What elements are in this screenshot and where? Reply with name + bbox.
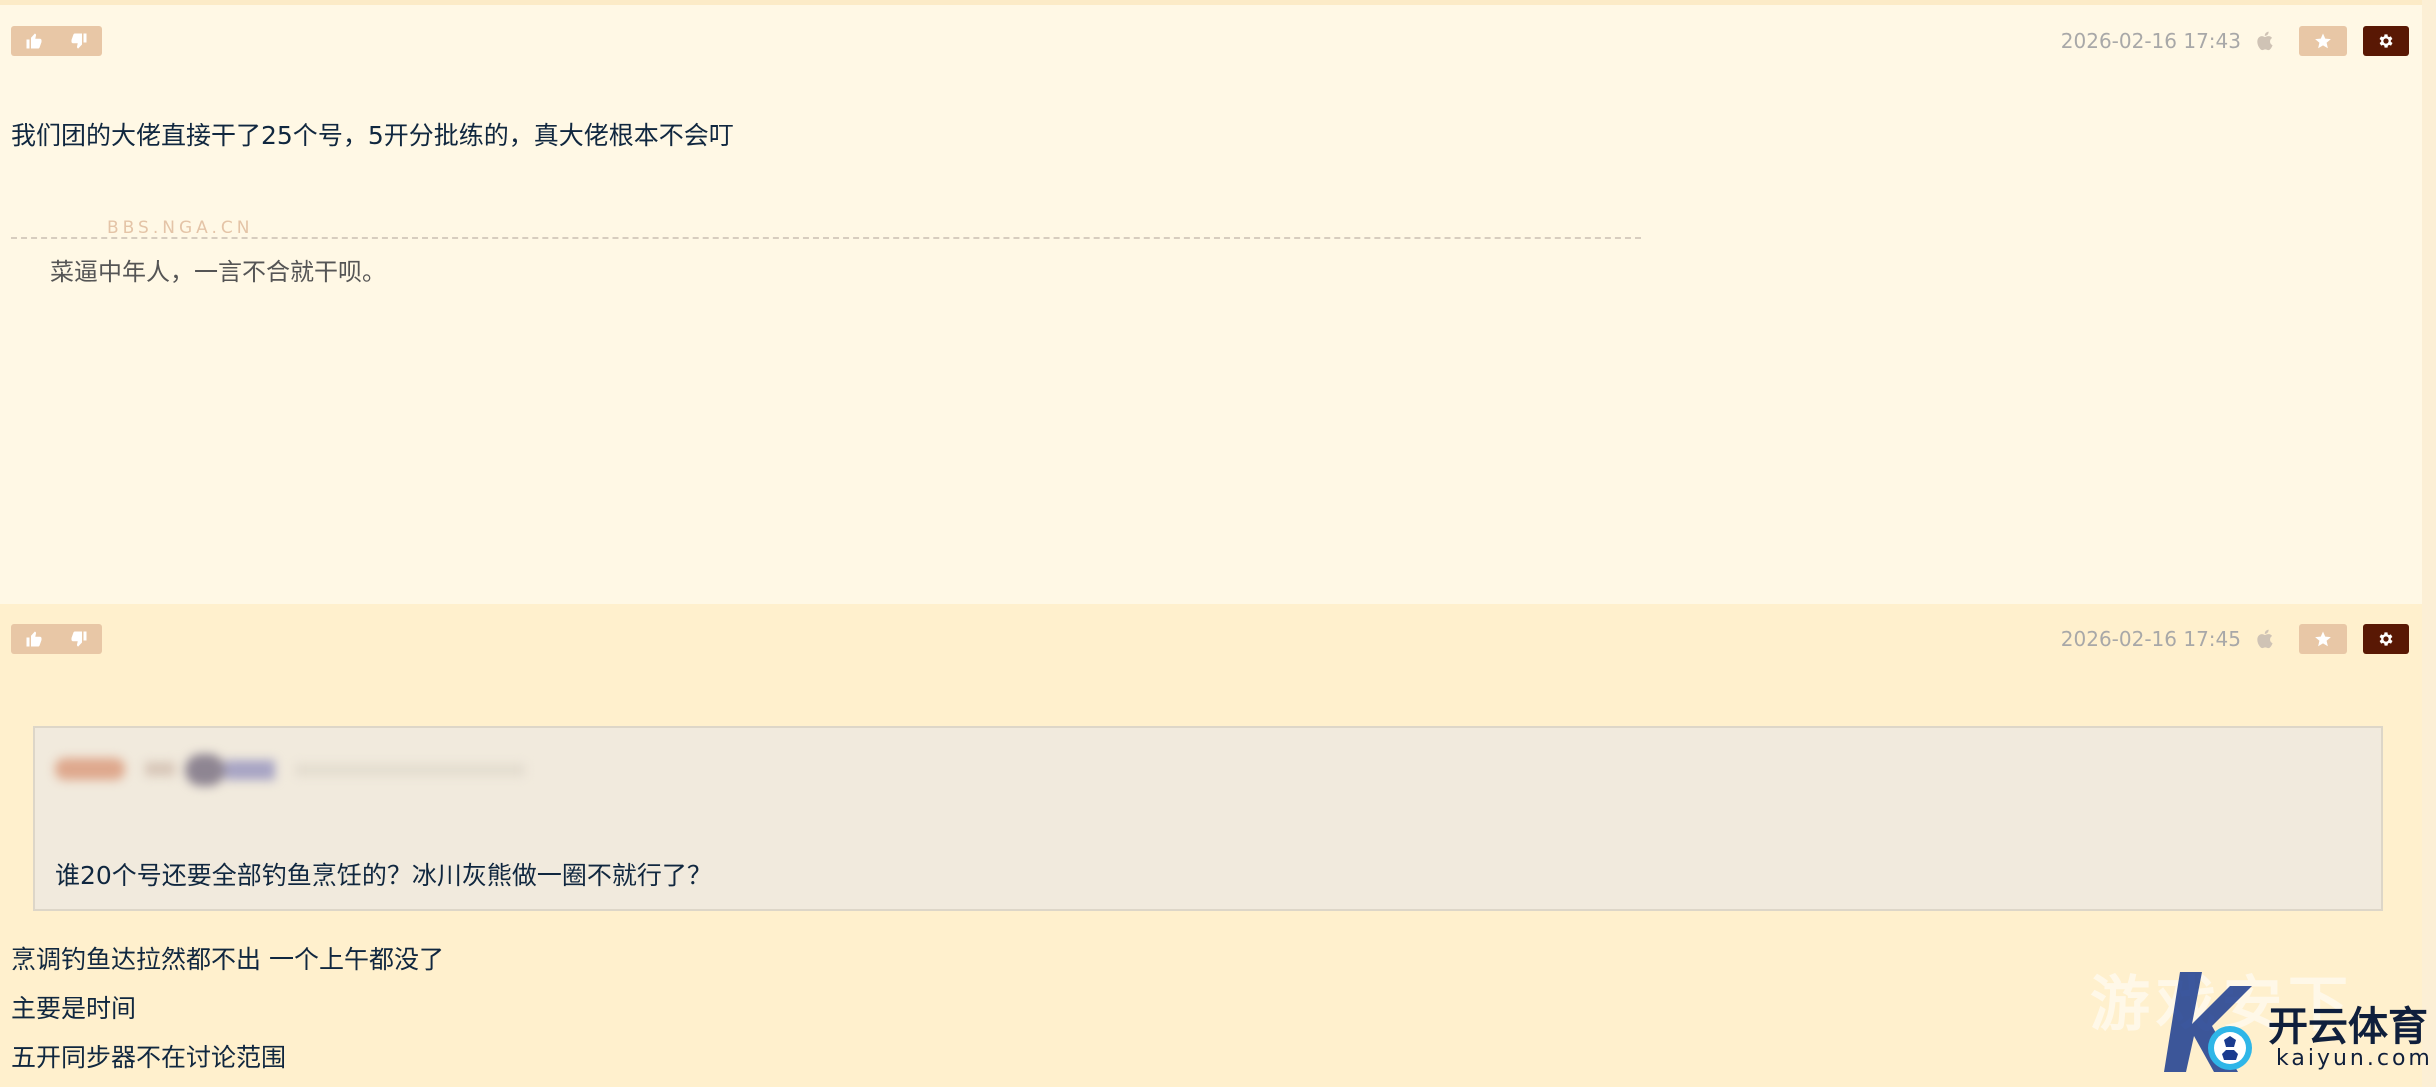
watermark-brand: 开云体育 [2268,1004,2428,1050]
thumbs-down-icon [71,33,87,49]
apple-icon [2255,627,2279,651]
quoted-author-blurred [55,750,535,786]
thumbs-up-icon [26,631,42,647]
vote-buttons [11,26,102,56]
apple-icon [2255,29,2279,53]
thumbs-down-icon [71,631,87,647]
post-meta: 2026-02-16 17:43 [2061,26,2409,56]
signature-text: 菜逼中年人，一言不合就干呗。 [50,258,386,286]
post-timestamp: 2026-02-16 17:43 [2060,29,2241,53]
reply-line-1: 烹调钓鱼达拉然都不出 一个上午都没了 [11,945,444,974]
brand-watermark: 游戏安下 开云体育 kaiyun.com [2090,946,2430,1086]
reply-line-3: 五开同步器不在讨论范围 [11,1043,287,1072]
watermark-domain: kaiyun.com [2276,1046,2433,1071]
post-timestamp: 2026-02-16 17:45 [2060,627,2241,651]
post-1: 2026-02-16 17:43 我们团的大佬直接干了25个号，5开分批练的，真… [0,5,2422,604]
star-icon [2315,631,2331,647]
scrollbar[interactable] [2422,0,2436,1087]
upvote-button[interactable] [11,624,57,654]
downvote-button[interactable] [57,624,103,654]
gear-icon [2379,632,2393,646]
post-2: 2026-02-16 17:45 谁20个号还要全部钓鱼烹饪的？冰川灰熊做一圈不… [0,604,2422,1087]
quote-block: 谁20个号还要全部钓鱼烹饪的？冰川灰熊做一圈不就行了？ [33,726,2383,911]
favorite-button[interactable] [2299,26,2347,56]
favorite-button[interactable] [2299,624,2347,654]
star-icon [2315,33,2331,49]
thumbs-up-icon [26,33,42,49]
downvote-button[interactable] [57,26,103,56]
reply-line-2: 主要是时间 [11,994,137,1023]
signature-watermark: BBS.NGA.CN [107,218,254,238]
signature-divider [11,237,1641,239]
upvote-button[interactable] [11,26,57,56]
vote-buttons [11,624,102,654]
post-content: 我们团的大佬直接干了25个号，5开分批练的，真大佬根本不会叮 [11,121,734,150]
post-meta: 2026-02-16 17:45 [2061,624,2409,654]
gear-icon [2379,34,2393,48]
options-button[interactable] [2363,26,2409,56]
quote-text: 谁20个号还要全部钓鱼烹饪的？冰川灰熊做一圈不就行了？ [55,861,712,890]
options-button[interactable] [2363,624,2409,654]
brand-logo-icon [2164,972,2252,1072]
